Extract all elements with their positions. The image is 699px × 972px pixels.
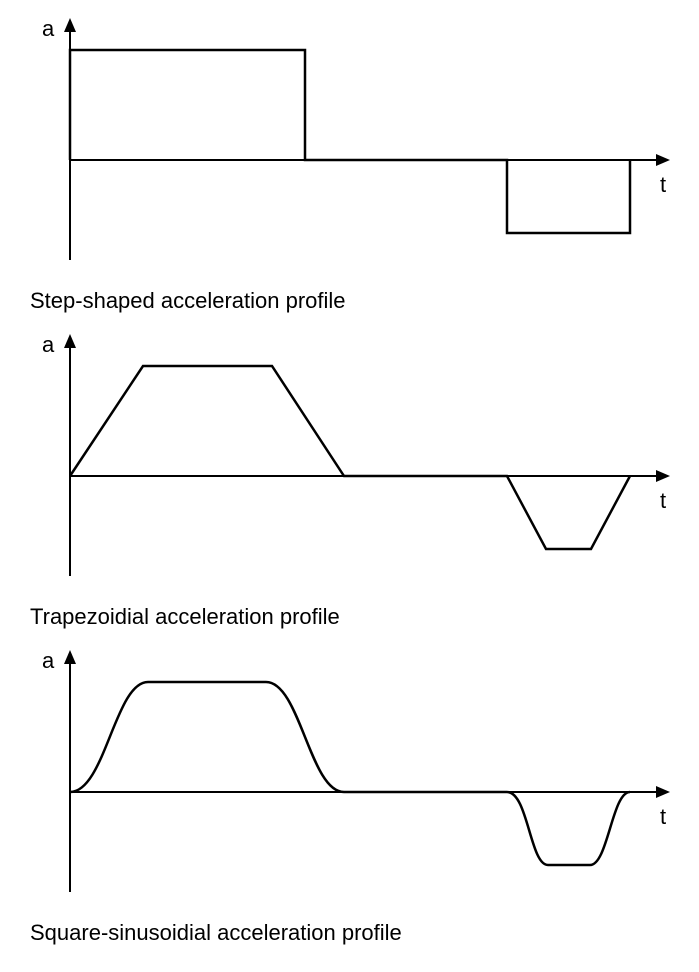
caption-step: Step-shaped acceleration profile [10, 280, 699, 326]
chart-sinusoid-svg: a t [10, 642, 690, 912]
trapezoid-profile-line [70, 366, 630, 549]
x-axis-arrow-icon [656, 786, 670, 798]
x-axis-label: t [660, 172, 666, 197]
y-axis-arrow-icon [64, 650, 76, 664]
y-axis-arrow-icon [64, 334, 76, 348]
caption-trapezoid: Trapezoidial acceleration profile [10, 596, 699, 642]
y-axis-label: a [42, 332, 55, 357]
y-axis-label: a [42, 648, 55, 673]
chart-trapezoid-svg: a t [10, 326, 690, 596]
chart-step-svg: a t [10, 10, 690, 280]
chart-trapezoid: a t Trapezoidial acceleration profile [10, 326, 699, 642]
y-axis-label: a [42, 16, 55, 41]
chart-step: a t Step-shaped acceleration profile [10, 10, 699, 326]
x-axis-arrow-icon [656, 154, 670, 166]
chart-sinusoid: a t Square-sinusoidial acceleration prof… [10, 642, 699, 958]
x-axis-label: t [660, 488, 666, 513]
step-profile-line [70, 50, 630, 233]
y-axis-arrow-icon [64, 18, 76, 32]
x-axis-arrow-icon [656, 470, 670, 482]
sinusoid-profile-line [70, 682, 630, 865]
diagram-container: a t Step-shaped acceleration profile a t… [10, 10, 699, 958]
caption-sinusoid: Square-sinusoidial acceleration profile [10, 912, 699, 958]
x-axis-label: t [660, 804, 666, 829]
